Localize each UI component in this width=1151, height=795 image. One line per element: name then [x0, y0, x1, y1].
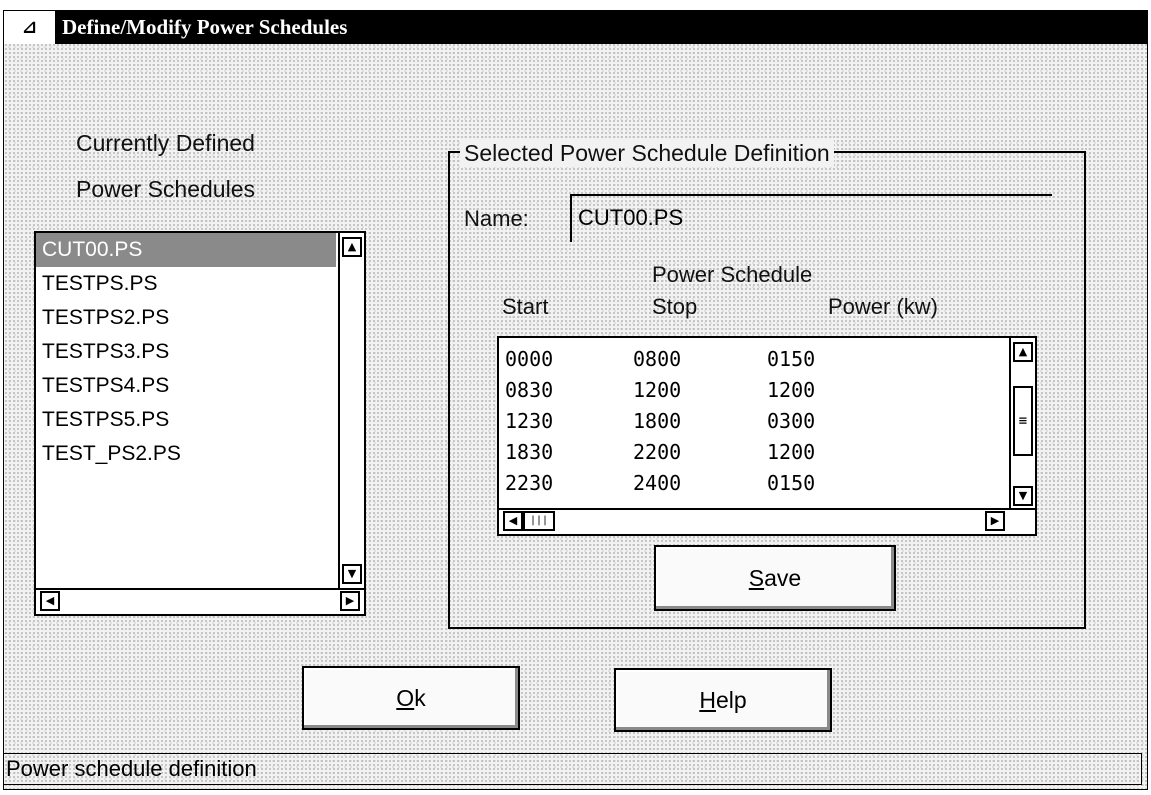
power-cell: 0150 — [767, 471, 816, 495]
list-item[interactable]: CUT00.PS — [36, 233, 336, 267]
schedule-vertical-scrollbar[interactable]: ▲ ≡ ▼ — [1009, 338, 1035, 510]
list-item[interactable]: TESTPS5.PS — [36, 403, 336, 437]
scroll-thumb-icon[interactable]: ||| — [523, 511, 555, 531]
status-bar: Power schedule definition — [3, 753, 1142, 785]
list-item[interactable]: TESTPS2.PS — [36, 301, 336, 335]
help-mnemonic: H — [699, 687, 716, 713]
stop-cell: 0800 — [633, 347, 682, 371]
name-field[interactable]: CUT00.PS — [570, 194, 1052, 242]
title-bar: ⊿ Define/Modify Power Schedules — [4, 11, 1147, 44]
list-vertical-scrollbar[interactable]: ▲ ▼ — [338, 233, 364, 588]
stop-cell: 2400 — [633, 471, 682, 495]
list-item[interactable]: TESTPS.PS — [36, 267, 336, 301]
power-cell: 0150 — [767, 347, 816, 371]
save-label: ave — [764, 565, 802, 591]
list-item[interactable]: TESTPS3.PS — [36, 335, 336, 369]
schedule-list-items: CUT00.PS TESTPS.PS TESTPS2.PS TESTPS3.PS TES… — [36, 233, 336, 471]
power-schedules-listbox[interactable]: CUT00.PS TESTPS.PS TESTPS2.PS TESTPS3.PS TES… — [34, 231, 366, 616]
stop-cell: 2200 — [633, 440, 682, 464]
name-label: Name: — [464, 206, 529, 231]
ok-mnemonic: O — [396, 685, 415, 711]
schedule-entries: 0000 0800 0150 0830 1200 1200 1230 1800 0300 1830… — [499, 344, 999, 499]
list-item[interactable]: TESTPS4.PS — [36, 369, 336, 403]
scroll-up-icon[interactable]: ▲ — [1013, 342, 1033, 362]
schedule-row[interactable]: 1230 1800 0300 — [499, 406, 999, 437]
scroll-right-icon[interactable]: ▶ — [985, 511, 1005, 531]
system-menu-icon[interactable]: ⊿ — [4, 11, 56, 44]
power-cell: 1200 — [767, 440, 816, 464]
list-item[interactable]: TEST_PS2.PS — [36, 437, 336, 471]
stop-cell: 1200 — [633, 378, 682, 402]
definition-group-title: Selected Power Schedule Definition — [460, 139, 834, 167]
scroll-right-icon[interactable]: ▶ — [340, 591, 360, 611]
start-cell: 0000 — [505, 347, 554, 371]
schedule-row[interactable]: 2230 2400 0150 — [499, 468, 999, 499]
list-horizontal-scrollbar[interactable]: ◀ ▶ — [36, 588, 364, 614]
stop-cell: 1800 — [633, 409, 682, 433]
window-title: Define/Modify Power Schedules — [62, 15, 348, 39]
schedules-list-label-line2: Power Schedules — [76, 176, 255, 202]
scroll-left-icon[interactable]: ◀ — [503, 511, 523, 531]
dialog-window: ⊿ Define/Modify Power Schedules Currentl… — [3, 10, 1148, 790]
schedules-list-label-line1: Currently Defined — [76, 130, 255, 156]
schedule-horizontal-scrollbar[interactable]: ◀ ||| ▶ — [499, 508, 1035, 534]
schedule-row[interactable]: 0000 0800 0150 — [499, 344, 999, 375]
scroll-up-icon[interactable]: ▲ — [342, 237, 362, 257]
column-header-start: Start — [502, 294, 549, 319]
scroll-thumb-icon[interactable]: ≡ — [1013, 386, 1033, 456]
start-cell: 0830 — [505, 378, 554, 402]
ok-button[interactable]: Ok — [302, 666, 520, 730]
column-header-power: Power (kw) — [828, 294, 939, 319]
schedule-row[interactable]: 0830 1200 1200 — [499, 375, 999, 406]
power-cell: 0300 — [767, 409, 816, 433]
start-cell: 1830 — [505, 440, 554, 464]
help-button[interactable]: Help — [614, 668, 832, 732]
schedule-row[interactable]: 1830 2200 1200 — [499, 437, 999, 468]
scroll-down-icon[interactable]: ▼ — [342, 564, 362, 584]
save-mnemonic: S — [748, 565, 765, 591]
save-button[interactable]: Save — [654, 545, 896, 611]
schedule-heading: Power Schedule — [652, 262, 813, 287]
column-header-stop: Stop — [652, 294, 698, 319]
scroll-left-icon[interactable]: ◀ — [40, 591, 60, 611]
power-cell: 1200 — [767, 378, 816, 402]
help-label: elp — [715, 687, 747, 713]
start-cell: 2230 — [505, 471, 554, 495]
scroll-down-icon[interactable]: ▼ — [1013, 486, 1033, 506]
start-cell: 1230 — [505, 409, 554, 433]
schedule-entries-listbox[interactable]: 0000 0800 0150 0830 1200 1200 1230 1800 0300 1830… — [497, 336, 1037, 536]
ok-label: k — [414, 685, 426, 711]
